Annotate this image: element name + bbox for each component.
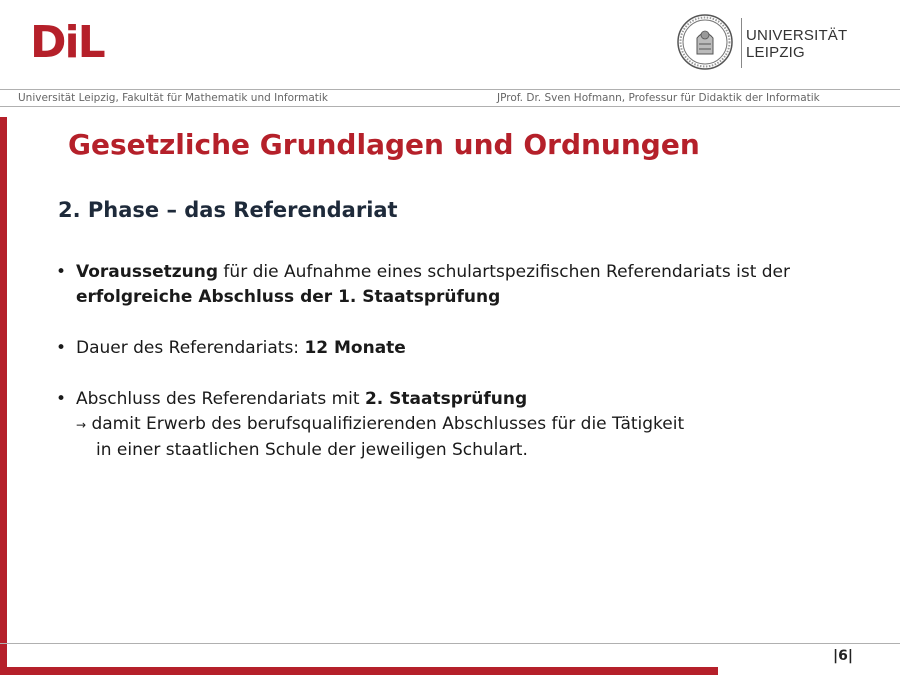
university-line-2: LEIPZIG: [746, 44, 805, 61]
arrow-icon: →: [76, 418, 87, 432]
bottom-accent-bar: [0, 667, 718, 675]
bullet-dot: •: [56, 389, 67, 409]
dil-logo: DiL: [30, 17, 106, 68]
bullet-3-text-1: Abschluss des Referendariats mit: [76, 389, 365, 409]
slide-content: • Voraussetzung für die Aufnahme eines s…: [56, 260, 876, 463]
bullet-2-text-1: Dauer des Referendariats:: [76, 338, 305, 358]
bullet-duration: • Dauer des Referendariats: 12 Monate: [56, 336, 876, 361]
slide-subtitle: 2. Phase – das Referendariat: [58, 198, 398, 222]
bullet-3-sub-line-1: → damit Erwerb des berufsqualifizierende…: [76, 414, 684, 434]
bullet-1-text-1: für die Aufnahme eines schulartspezifisc…: [218, 262, 790, 282]
university-line-1: UNIVERSITÄT: [746, 27, 848, 44]
header-professor: JProf. Dr. Sven Hofmann, Professur für D…: [497, 92, 820, 104]
bullet-2-bold-1: 12 Monate: [304, 338, 406, 358]
bullet-prerequisite: • Voraussetzung für die Aufnahme eines s…: [56, 260, 876, 310]
header-divider-bottom: [0, 106, 900, 107]
bullet-1-bold-1: Voraussetzung: [76, 262, 219, 282]
header-faculty: Universität Leipzig, Fakultät für Mathem…: [18, 92, 328, 104]
bullet-completion: • Abschluss des Referendariats mit 2. St…: [56, 387, 876, 463]
slide-title: Gesetzliche Grundlagen und Ordnungen: [68, 128, 700, 161]
bullet-dot: •: [56, 262, 67, 282]
footer-divider: [0, 643, 900, 644]
university-name: UNIVERSITÄT LEIPZIG: [746, 27, 847, 61]
bullet-3-sub-text-1: damit Erwerb des berufsqualifizierenden …: [86, 414, 685, 434]
university-seal-icon: [677, 14, 733, 70]
bullet-3-sub-line-2: in einer staatlichen Schule der jeweilig…: [96, 440, 528, 460]
bullet-dot: •: [56, 338, 67, 358]
bullet-1-bold-2: erfolgreiche Abschluss der 1. Staatsprüf…: [76, 287, 501, 307]
left-accent-bar: [0, 117, 7, 670]
header-divider-top: [0, 89, 900, 90]
page-number: |6|: [833, 648, 853, 664]
logo-divider: [741, 18, 742, 68]
bullet-3-bold-1: 2. Staatsprüfung: [364, 389, 528, 409]
